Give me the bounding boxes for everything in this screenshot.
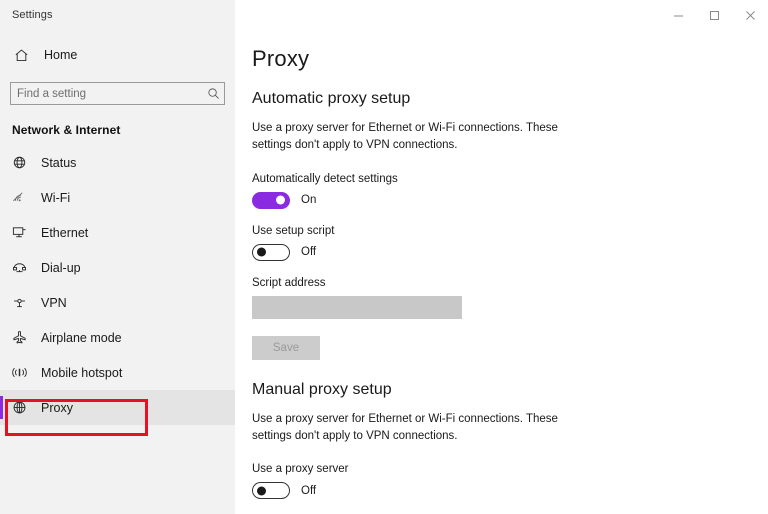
sidebar-item-home[interactable]: Home — [0, 38, 235, 72]
sidebar-item-airplane-mode-label: Airplane mode — [41, 330, 122, 345]
sidebar-item-status[interactable]: Status — [0, 145, 235, 180]
vpn-icon — [12, 295, 34, 310]
sidebar-item-dialup[interactable]: Dial-up — [0, 250, 235, 285]
sidebar-item-ethernet[interactable]: Ethernet — [0, 215, 235, 250]
setup-script-toggle-row: Off — [252, 243, 768, 261]
sidebar: Home Network & Internet — [0, 30, 235, 514]
auto-detect-state: On — [301, 194, 317, 206]
manual-section-description: Use a proxy server for Ethernet or Wi-Fi… — [252, 412, 558, 442]
sidebar-item-proxy-label: Proxy — [41, 400, 73, 415]
use-proxy-server-toggle[interactable] — [252, 482, 290, 499]
toggle-knob — [276, 195, 285, 205]
setup-script-toggle[interactable] — [252, 243, 290, 261]
dialup-icon — [12, 260, 34, 275]
wifi-icon — [12, 190, 34, 205]
sidebar-item-ethernet-label: Ethernet — [41, 225, 89, 240]
home-icon — [14, 48, 36, 63]
sidebar-item-proxy[interactable]: Proxy — [0, 390, 235, 425]
setup-script-state: Off — [301, 246, 317, 258]
manual-section-title: Manual proxy setup — [252, 380, 392, 398]
search-input[interactable] — [11, 83, 202, 104]
sidebar-item-status-label: Status — [41, 155, 77, 170]
setup-script-label: Use setup script — [252, 224, 335, 237]
toggle-knob — [257, 486, 266, 495]
sidebar-item-vpn[interactable]: VPN — [0, 285, 235, 320]
search-icon[interactable] — [202, 83, 224, 104]
page-title: Proxy — [252, 46, 310, 71]
automatic-section-description: Use a proxy server for Ethernet or Wi-Fi… — [252, 122, 558, 152]
sidebar-item-wifi[interactable]: Wi-Fi — [0, 180, 235, 215]
use-proxy-server-toggle-row: Off — [252, 482, 768, 499]
script-address-input[interactable] — [252, 295, 462, 319]
use-proxy-server-label: Use a proxy server — [252, 463, 349, 475]
sidebar-item-vpn-label: VPN — [41, 295, 67, 310]
proxy-globe-icon — [12, 400, 34, 415]
minimize-button[interactable] — [660, 0, 696, 30]
auto-detect-toggle-row: On — [252, 191, 768, 209]
title-bar-left: Settings — [0, 0, 235, 30]
window-controls — [235, 0, 768, 30]
auto-detect-label: Automatically detect settings — [252, 172, 398, 185]
ethernet-icon — [12, 225, 34, 240]
automatic-section-title: Automatic proxy setup — [252, 90, 411, 107]
sidebar-item-dialup-label: Dial-up — [41, 260, 81, 275]
sidebar-nav-list: Status Wi-Fi Ethernet Dial-up VPN Airpla… — [0, 143, 235, 425]
settings-window: Settings Home Find a setting Network & I… — [0, 0, 768, 514]
content-inner: Proxy Automatic proxy setup Use a proxy … — [235, 46, 768, 514]
toggle-knob — [257, 247, 266, 257]
save-button[interactable]: Save — [252, 335, 320, 360]
search-box[interactable] — [10, 82, 225, 105]
app-title: Settings — [12, 9, 53, 21]
title-bar: Settings — [0, 0, 768, 30]
sidebar-item-mobile-hotspot[interactable]: Mobile hotspot — [0, 355, 235, 390]
sidebar-item-home-label: Home — [44, 48, 78, 62]
auto-detect-toggle[interactable] — [252, 191, 290, 209]
maximize-button[interactable] — [696, 0, 732, 30]
sidebar-item-wifi-label: Wi-Fi — [41, 190, 71, 205]
close-button[interactable] — [732, 0, 768, 30]
airplane-icon — [12, 330, 34, 345]
use-proxy-server-state: Off — [301, 484, 317, 497]
window-body: Home Network & Internet — [0, 30, 768, 514]
sidebar-item-airplane-mode[interactable]: Airplane mode — [0, 320, 235, 355]
sidebar-category-title: Network & Internet — [12, 123, 121, 137]
status-globe-icon — [12, 155, 34, 170]
script-address-label: Script address — [252, 276, 326, 289]
content-pane: Proxy Automatic proxy setup Use a proxy … — [235, 30, 768, 514]
sidebar-item-mobile-hotspot-label: Mobile hotspot — [41, 365, 123, 380]
hotspot-icon — [12, 365, 34, 380]
